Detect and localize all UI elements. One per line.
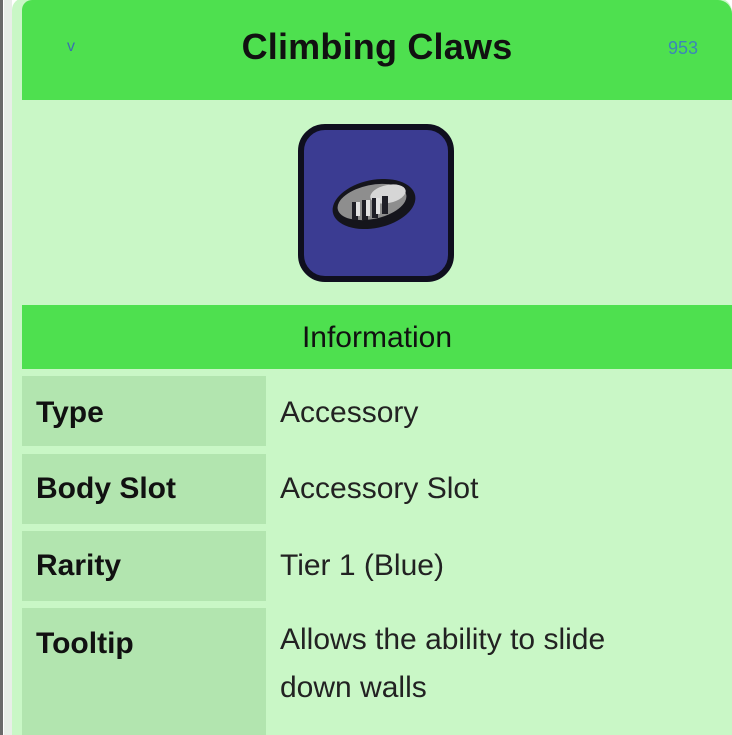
row-body-slot: Body Slot Accessory Slot	[22, 454, 732, 524]
tooltip-line-1: Allows the ability to slide	[280, 623, 606, 656]
body-slot-value: Accessory Slot	[280, 472, 479, 505]
row-label: Body Slot	[22, 454, 266, 524]
item-infobox: v Climbing Claws 953 Information Type Ac…	[12, 0, 732, 735]
climbing-claws-icon	[298, 124, 454, 282]
page-border	[0, 0, 3, 735]
row-tooltip: Tooltip Allows the ability to slide down…	[22, 608, 732, 735]
row-label: Type	[22, 376, 266, 446]
row-label: Rarity	[22, 531, 266, 601]
row-label: Tooltip	[22, 608, 266, 735]
row-rarity: Rarity Tier 1 (Blue)	[22, 531, 732, 601]
page-gutter	[4, 0, 12, 735]
tooltip-value: Allows the ability to slide down walls	[268, 608, 732, 735]
infobox-title-bar: v Climbing Claws 953	[22, 0, 732, 100]
wiki-page: v Climbing Claws 953 Information Type Ac…	[0, 0, 732, 735]
information-header: Information	[22, 305, 732, 369]
rarity-value-link[interactable]: Tier 1 (Blue)	[268, 531, 732, 601]
item-title: Climbing Claws	[241, 26, 513, 67]
type-value-link[interactable]: Accessory	[268, 376, 732, 446]
row-type: Type Accessory	[22, 376, 732, 446]
item-id[interactable]: 953	[668, 38, 698, 59]
tooltip-line-2: down walls	[280, 671, 427, 704]
